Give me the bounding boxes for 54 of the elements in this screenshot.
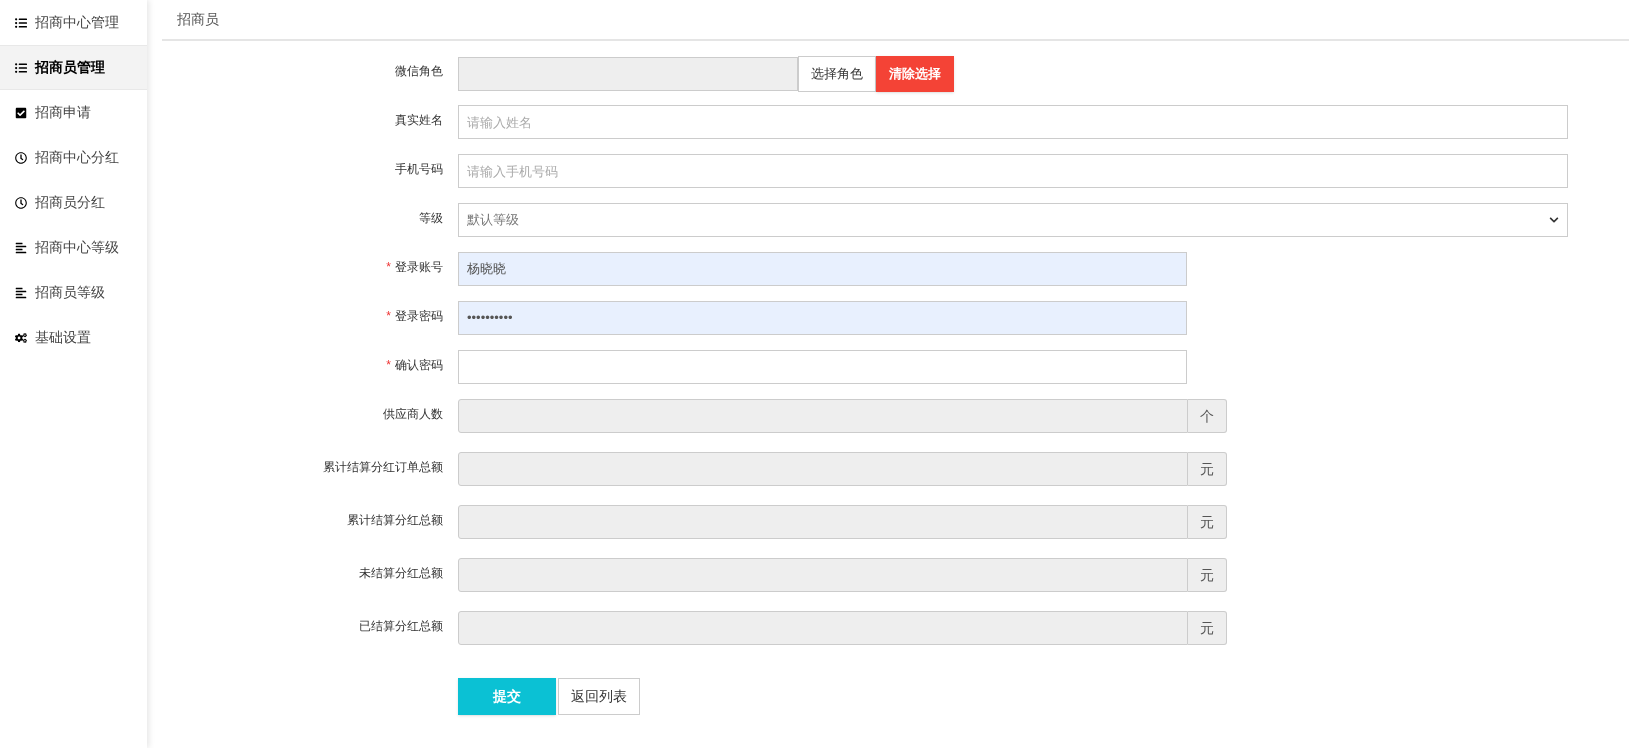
required-asterisk: * [386, 357, 391, 374]
field-label: 累计结算分红总额 [347, 512, 443, 529]
field-label: 真实姓名 [395, 112, 443, 129]
field-label: 累计结算分红订单总额 [323, 459, 443, 476]
sidebar-item[interactable]: 招商申请 [0, 90, 147, 135]
role-field[interactable] [458, 57, 798, 91]
select-button[interactable]: 选择角色 [798, 56, 876, 92]
unit-addon: 元 [1188, 452, 1227, 486]
sidebar-item[interactable]: 招商中心管理 [0, 0, 147, 45]
clear-button[interactable]: 清除选择 [876, 56, 954, 92]
sidebar-item[interactable]: 招商中心分红 [0, 135, 147, 180]
field-label: 等级 [419, 210, 443, 227]
unit-addon: 元 [1188, 505, 1227, 539]
checkbox-icon [15, 106, 27, 119]
input-field[interactable]: 杨晓晓 [458, 252, 1187, 286]
field-label: 供应商人数 [383, 406, 443, 423]
input-field[interactable] [458, 399, 1188, 433]
sidebar-item[interactable]: 招商员等级 [0, 270, 147, 315]
input-field[interactable]: •••••••••• [458, 301, 1187, 335]
field-label: 微信角色 [395, 63, 443, 80]
field-label: 未结算分红总额 [359, 565, 443, 582]
select-value: 默认等级 [467, 211, 519, 230]
required-asterisk: * [386, 259, 391, 276]
list-icon [15, 61, 27, 74]
sidebar-item[interactable]: 招商员分红 [0, 180, 147, 225]
align-left-icon [15, 241, 27, 254]
sidebar-item[interactable]: 招商中心等级 [0, 225, 147, 270]
input-field[interactable]: 请输入手机号码 [458, 154, 1568, 188]
input-field[interactable]: 请输入姓名 [458, 105, 1568, 139]
unit-addon: 元 [1188, 611, 1227, 645]
align-left-icon [15, 286, 27, 299]
field-label: 已结算分红总额 [359, 618, 443, 635]
input-field[interactable] [458, 452, 1188, 486]
clock-icon [15, 196, 27, 209]
input-field[interactable] [458, 505, 1188, 539]
list-icon [15, 16, 27, 29]
required-asterisk: * [386, 308, 391, 325]
clock-icon [15, 151, 27, 164]
unit-addon: 个 [1188, 399, 1227, 433]
chevron-down-icon [1549, 215, 1559, 225]
field-label: 确认密码 [395, 357, 443, 374]
sidebar-item[interactable]: 基础设置 [0, 315, 147, 360]
page-title: 招商员 [177, 10, 219, 29]
field-label: 手机号码 [395, 161, 443, 178]
back-button[interactable]: 返回列表 [558, 678, 640, 715]
input-field[interactable] [458, 558, 1188, 592]
unit-addon: 元 [1188, 558, 1227, 592]
input-field[interactable] [458, 350, 1187, 384]
sidebar-item[interactable]: 招商员管理 [0, 45, 147, 90]
gears-icon [15, 331, 27, 344]
input-field[interactable] [458, 611, 1188, 645]
field-label: 登录密码 [395, 308, 443, 325]
field-label: 登录账号 [395, 259, 443, 276]
select-field[interactable]: 默认等级 [458, 203, 1568, 237]
